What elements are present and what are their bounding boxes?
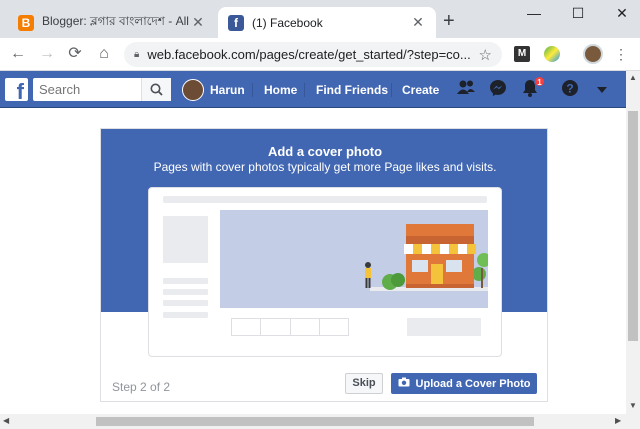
dialog-footer: Step 2 of 2 Skip Upload a Cover Photo (101, 373, 547, 401)
help-icon[interactable]: ? (559, 79, 581, 101)
nav-home[interactable]: Home (264, 83, 297, 97)
svg-text:?: ? (566, 82, 573, 96)
facebook-header: f Harun Home Find Friends Create 1 ? (0, 71, 626, 108)
facebook-logo-icon[interactable]: f (5, 78, 28, 101)
preview-button-placeholder (407, 318, 481, 336)
bookmark-star-icon[interactable]: ☆ (479, 46, 492, 64)
friend-requests-icon[interactable] (455, 79, 477, 101)
preview-header-bar (163, 196, 487, 203)
cover-photo-dialog: Add a cover photo Pages with cover photo… (100, 128, 548, 402)
forward-arrow-icon[interactable]: → (37, 44, 57, 64)
address-bar[interactable]: 🔒︎ web.facebook.com/pages/create/get_sta… (124, 42, 502, 67)
scroll-down-arrow-icon[interactable]: ▼ (626, 401, 640, 410)
maximize-button[interactable]: ☐ (568, 5, 588, 22)
nav-create[interactable]: Create (402, 83, 439, 97)
tab-title: Blogger: ব্লগার বাংলাদেশ - All pos (42, 13, 190, 28)
preview-sidebar-line (163, 289, 208, 295)
vertical-scrollbar[interactable]: ▲ ▼ (626, 71, 640, 414)
mail-extension-icon[interactable]: M (514, 46, 530, 62)
dialog-subtitle: Pages with cover photos typically get mo… (153, 160, 497, 174)
divider (391, 83, 392, 97)
step-indicator: Step 2 of 2 (112, 380, 171, 394)
camera-icon (398, 377, 410, 390)
scroll-up-arrow-icon[interactable]: ▲ (626, 73, 640, 82)
browser-toolbar: ← → ⟳ ⌂ 🔒︎ web.facebook.com/pages/create… (0, 38, 640, 71)
cover-illustration (220, 210, 488, 308)
extension-icon[interactable] (544, 46, 560, 62)
window-close-button[interactable]: ✕ (612, 5, 632, 22)
tab-title: (1) Facebook (252, 15, 323, 30)
dialog-title: Add a cover photo (267, 144, 383, 159)
home-icon[interactable]: ⌂ (94, 44, 114, 64)
page-content: Add a cover photo Pages with cover photo… (0, 108, 626, 414)
vertical-scroll-thumb[interactable] (628, 111, 638, 341)
back-arrow-icon[interactable]: ← (8, 44, 28, 64)
preview-sidebar-line (163, 300, 208, 306)
page-preview-illustration (148, 187, 502, 357)
user-name: Harun (210, 83, 245, 97)
minimize-button[interactable]: — (524, 5, 544, 21)
nav-find-friends[interactable]: Find Friends (316, 83, 388, 97)
close-tab-icon[interactable]: ✕ (410, 14, 426, 31)
messenger-icon[interactable] (487, 79, 509, 101)
account-dropdown-icon[interactable] (591, 79, 613, 101)
horizontal-scroll-thumb[interactable] (96, 417, 534, 426)
reload-icon[interactable]: ⟳ (65, 44, 85, 64)
profile-avatar[interactable] (583, 44, 603, 64)
divider (252, 83, 253, 97)
blogger-icon: B (18, 14, 34, 31)
notification-badge: 1 (534, 76, 545, 87)
new-tab-button[interactable]: + (443, 11, 455, 31)
upload-cover-photo-button[interactable]: Upload a Cover Photo (391, 373, 537, 394)
profile-link[interactable]: Harun (182, 79, 245, 101)
search-box (33, 78, 171, 101)
search-icon[interactable] (141, 78, 171, 101)
search-input[interactable] (33, 78, 141, 101)
horizontal-scrollbar[interactable]: ◀ ▶ (0, 414, 640, 429)
scroll-right-arrow-icon[interactable]: ▶ (615, 416, 621, 425)
browser-tab-bar: B Blogger: ব্লগার বাংলাদেশ - All pos ✕ f… (0, 0, 640, 38)
close-tab-icon[interactable]: ✕ (190, 14, 206, 31)
upload-button-label: Upload a Cover Photo (415, 377, 531, 390)
facebook-icon: f (228, 14, 244, 31)
tab-facebook[interactable]: f (1) Facebook ✕ (218, 7, 436, 38)
preview-sidebar-line (163, 312, 208, 318)
lock-icon: 🔒︎ (134, 49, 140, 60)
preview-profile-placeholder (163, 216, 208, 263)
menu-kebab-icon[interactable]: ⋮ (614, 46, 628, 63)
tab-blogger[interactable]: B Blogger: ব্লগার বাংলাদেশ - All pos ✕ (8, 7, 216, 38)
scroll-left-arrow-icon[interactable]: ◀ (3, 416, 9, 425)
preview-tabs (231, 318, 349, 336)
skip-button[interactable]: Skip (345, 373, 383, 394)
avatar (182, 79, 204, 101)
divider (304, 83, 305, 97)
url-text[interactable]: web.facebook.com/pages/create/get_starte… (147, 47, 472, 62)
preview-sidebar-line (163, 278, 208, 284)
